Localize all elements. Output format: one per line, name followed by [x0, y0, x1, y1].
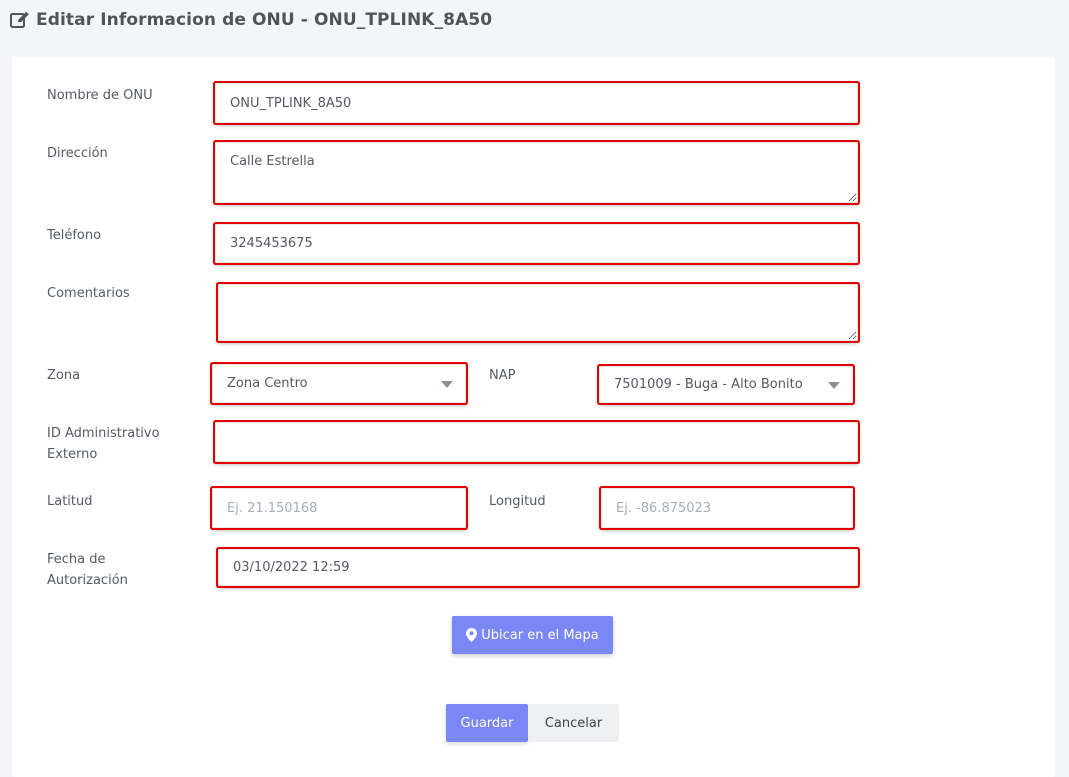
map-marker-icon [466, 628, 478, 642]
fecha-label-line2: Autorización [47, 573, 128, 588]
zona-selected-value: Zona Centro [227, 376, 308, 391]
zona-label: Zona [47, 368, 81, 383]
fecha-input[interactable] [218, 549, 858, 586]
chevron-down-icon [828, 381, 840, 389]
cancel-button[interactable]: Cancelar [528, 704, 619, 742]
id-admin-input[interactable] [215, 422, 858, 462]
comentarios-textarea[interactable] [218, 284, 858, 341]
chevron-down-icon [441, 380, 453, 388]
nap-selected-value: 7501009 - Buga - Alto Bonito [614, 377, 803, 392]
edit-onu-form: Nombre de ONU Dirección Calle Estrella T… [12, 57, 1055, 777]
nap-label: NAP [489, 368, 516, 383]
fecha-label-line1: Fecha de [47, 552, 106, 567]
page-header: Editar Informacion de ONU - ONU_TPLINK_8… [0, 0, 1069, 40]
comentarios-label: Comentarios [47, 286, 130, 301]
id-admin-label-line1: ID Administrativo [47, 426, 160, 441]
edit-icon [10, 11, 29, 28]
save-button[interactable]: Guardar [446, 704, 528, 742]
direccion-textarea[interactable]: Calle Estrella [215, 142, 858, 203]
zona-select[interactable]: Zona Centro [212, 364, 466, 403]
latitud-label: Latitud [47, 494, 93, 509]
nap-select[interactable]: 7501009 - Buga - Alto Bonito [599, 366, 853, 403]
nombre-label: Nombre de ONU [47, 88, 153, 103]
page-title: Editar Informacion de ONU - ONU_TPLINK_8… [36, 10, 493, 30]
map-locate-button[interactable]: Ubicar en el Mapa [452, 616, 613, 654]
direccion-label: Dirección [47, 146, 108, 161]
id-admin-label-line2: Externo [47, 447, 98, 462]
longitud-label: Longitud [489, 494, 546, 509]
nombre-input[interactable] [215, 83, 858, 123]
latitud-input[interactable] [212, 488, 466, 528]
telefono-label: Teléfono [47, 228, 102, 243]
longitud-input[interactable] [601, 488, 853, 528]
telefono-input[interactable] [215, 224, 858, 263]
map-button-label: Ubicar en el Mapa [481, 627, 599, 643]
